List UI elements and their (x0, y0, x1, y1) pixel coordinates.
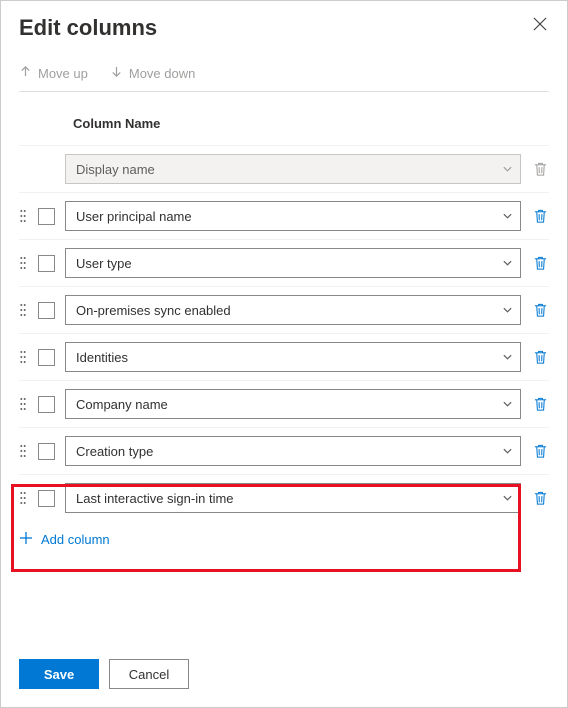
column-select-value: On-premises sync enabled (76, 303, 231, 318)
column-row: Creation type (19, 427, 549, 474)
column-select-value: Identities (76, 350, 128, 365)
delete-icon[interactable] (533, 443, 548, 459)
chevron-down-icon (502, 164, 513, 175)
column-select[interactable]: Company name (65, 389, 521, 419)
panel-header: Edit columns (19, 15, 549, 65)
column-select-value: Last interactive sign-in time (76, 491, 234, 506)
column-select[interactable]: Identities (65, 342, 521, 372)
panel-title: Edit columns (19, 15, 157, 41)
column-select[interactable]: Creation type (65, 436, 521, 466)
drag-handle-icon[interactable] (20, 350, 26, 364)
edit-columns-panel: Edit columns Move up Move down (0, 0, 568, 708)
delete-icon[interactable] (533, 349, 548, 365)
drag-handle-icon[interactable] (20, 303, 26, 317)
move-down-button[interactable]: Move down (110, 65, 195, 81)
chevron-down-icon (502, 258, 513, 269)
row-checkbox[interactable] (38, 302, 55, 319)
chevron-down-icon (502, 446, 513, 457)
row-checkbox[interactable] (38, 255, 55, 272)
column-select: Display name (65, 154, 521, 184)
add-column-button[interactable]: Add column (19, 521, 549, 556)
panel-footer: Save Cancel (19, 659, 549, 689)
move-up-button[interactable]: Move up (19, 65, 88, 81)
column-row: On-premises sync enabled (19, 286, 549, 333)
column-row: Last interactive sign-in time (19, 474, 549, 521)
column-select-value: Display name (76, 162, 155, 177)
chevron-down-icon (502, 399, 513, 410)
plus-icon (19, 531, 33, 548)
move-down-label: Move down (129, 66, 195, 81)
column-select[interactable]: On-premises sync enabled (65, 295, 521, 325)
delete-icon[interactable] (533, 255, 548, 271)
row-checkbox[interactable] (38, 443, 55, 460)
drag-handle-icon[interactable] (20, 397, 26, 411)
column-select[interactable]: Last interactive sign-in time (65, 483, 521, 513)
column-select[interactable]: User type (65, 248, 521, 278)
column-select[interactable]: User principal name (65, 201, 521, 231)
column-select-value: User type (76, 256, 132, 271)
delete-icon[interactable] (533, 302, 548, 318)
column-row: Display name (19, 145, 549, 192)
columns-list: Display name User principal name User type… (19, 145, 549, 521)
column-row: Company name (19, 380, 549, 427)
close-icon[interactable] (531, 15, 549, 35)
drag-handle-icon[interactable] (20, 444, 26, 458)
column-select-value: Company name (76, 397, 168, 412)
save-label: Save (44, 667, 74, 682)
cancel-button[interactable]: Cancel (109, 659, 189, 689)
drag-handle-icon[interactable] (20, 209, 26, 223)
chevron-down-icon (502, 211, 513, 222)
column-row: User type (19, 239, 549, 286)
row-checkbox[interactable] (38, 208, 55, 225)
cancel-label: Cancel (129, 667, 169, 682)
column-select-value: User principal name (76, 209, 192, 224)
row-checkbox[interactable] (38, 396, 55, 413)
chevron-down-icon (502, 493, 513, 504)
chevron-down-icon (502, 352, 513, 363)
move-up-label: Move up (38, 66, 88, 81)
row-checkbox[interactable] (38, 349, 55, 366)
column-name-header: Column Name (73, 116, 160, 131)
drag-handle-icon[interactable] (20, 491, 26, 505)
delete-icon (533, 161, 548, 177)
delete-icon[interactable] (533, 490, 548, 506)
save-button[interactable]: Save (19, 659, 99, 689)
row-checkbox[interactable] (38, 490, 55, 507)
add-column-label: Add column (41, 532, 110, 547)
delete-icon[interactable] (533, 396, 548, 412)
arrow-down-icon (110, 65, 123, 81)
column-header-row: Column Name (19, 110, 549, 145)
column-select-value: Creation type (76, 444, 153, 459)
delete-icon[interactable] (533, 208, 548, 224)
chevron-down-icon (502, 305, 513, 316)
drag-handle-icon[interactable] (20, 256, 26, 270)
arrow-up-icon (19, 65, 32, 81)
column-row: User principal name (19, 192, 549, 239)
toolbar: Move up Move down (19, 65, 549, 92)
column-row: Identities (19, 333, 549, 380)
